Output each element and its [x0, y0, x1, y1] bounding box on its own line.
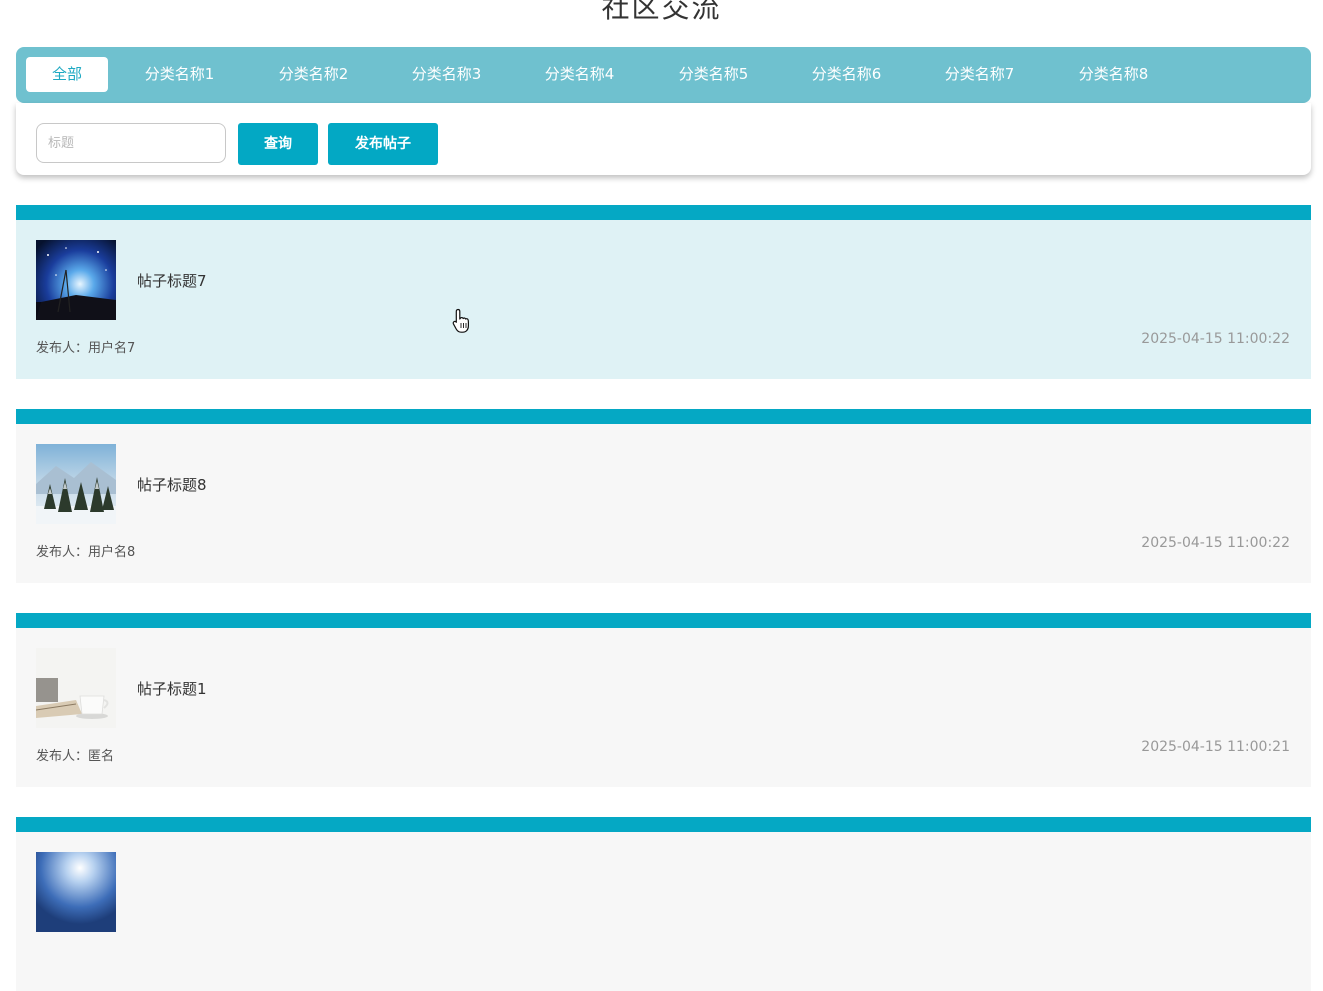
search-panel: 查询 发布帖子: [16, 103, 1311, 175]
coffee-cup-icon[interactable]: [36, 648, 116, 728]
sky-icon[interactable]: [36, 852, 116, 932]
post-author: 发布人：用户名7: [36, 340, 135, 358]
post-time: 2025-04-15 11:00:22: [1141, 331, 1290, 347]
title-search-input[interactable]: [36, 123, 226, 163]
hand-cursor-icon: [452, 308, 469, 333]
post-card[interactable]: 帖子标题8 发布人：用户名8 2025-04-15 11:00:22: [16, 409, 1311, 583]
category-bar: 全部 分类名称1 分类名称2 分类名称3 分类名称4 分类名称5 分类名称6 分…: [16, 47, 1311, 103]
post-accent-bar: [16, 409, 1311, 424]
post-title[interactable]: 帖子标题7: [137, 271, 207, 291]
tab-category-3[interactable]: 分类名称3: [400, 57, 493, 92]
tab-category-4[interactable]: 分类名称4: [533, 57, 626, 92]
post-time: 2025-04-15 11:00:21: [1141, 739, 1290, 755]
post-title[interactable]: 帖子标题8: [137, 475, 207, 495]
query-button[interactable]: 查询: [238, 123, 318, 165]
tab-category-2[interactable]: 分类名称2: [267, 57, 360, 92]
tab-all[interactable]: 全部: [26, 57, 108, 92]
post-title[interactable]: 帖子标题1: [137, 679, 207, 699]
tab-category-8[interactable]: 分类名称8: [1067, 57, 1160, 92]
author-name: 匿名: [88, 749, 115, 764]
post-author: 发布人：用户名8: [36, 544, 135, 562]
post-accent-bar: [16, 613, 1311, 628]
page-title: 社区交流: [601, 0, 722, 24]
tab-category-1[interactable]: 分类名称1: [133, 57, 226, 92]
publish-post-button[interactable]: 发布帖子: [328, 123, 438, 165]
post-card[interactable]: 帖子标题7 发布人：用户名7 2025-04-15 11:00:22: [16, 205, 1311, 379]
author-name: 用户名8: [88, 545, 136, 560]
author-label: 发布人：: [36, 545, 89, 560]
post-accent-bar: [16, 205, 1311, 220]
tab-category-7[interactable]: 分类名称7: [933, 57, 1026, 92]
author-name: 用户名7: [88, 341, 136, 356]
post-time: 2025-04-15 11:00:22: [1141, 535, 1290, 551]
author-label: 发布人：: [36, 749, 89, 764]
author-label: 发布人：: [36, 341, 89, 356]
post-card[interactable]: [16, 817, 1311, 991]
tab-category-6[interactable]: 分类名称6: [800, 57, 893, 92]
post-card[interactable]: 帖子标题1 发布人：匿名 2025-04-15 11:00:21: [16, 613, 1311, 787]
post-author: 发布人：匿名: [36, 748, 114, 766]
starry-night-icon[interactable]: [36, 240, 116, 320]
tab-category-5[interactable]: 分类名称5: [667, 57, 760, 92]
post-accent-bar: [16, 817, 1311, 832]
snowy-forest-icon[interactable]: [36, 444, 116, 524]
